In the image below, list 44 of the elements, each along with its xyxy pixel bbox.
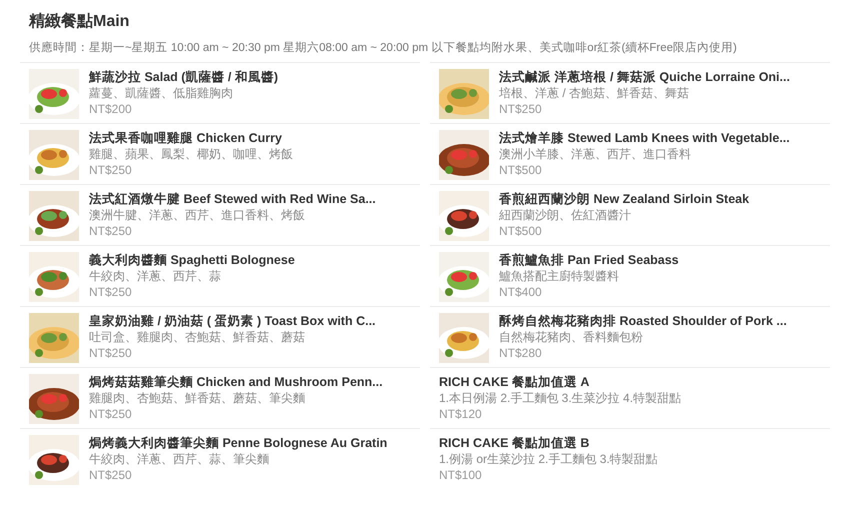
dish-description: 鱸魚搭配主廚特製醬料 [499,268,620,284]
dish-name: 焗烤菇菇雞筆尖麵 Chicken and Mushroom Penn... [89,374,383,390]
dish-description: 吐司盒、雞腿肉、杏鮑菇、鮮香菇、蘑菇 [89,329,306,345]
dish-description: 雞腿、蘋果、鳳梨、椰奶、咖哩、烤飯 [89,146,293,162]
dish-name: 法式紅酒燉牛腱 Beef Stewed with Red Wine Sa... [89,191,376,207]
dish-name: 法式果香咖哩雞腿 Chicken Curry [89,130,283,146]
dish-name: 香煎紐西蘭沙朗 New Zealand Sirloin Steak [499,191,750,207]
dish-name: 酥烤自然梅花豬肉排 Roasted Shoulder of Pork ... [499,313,787,329]
dish-name: 法式鹹派 洋蔥培根 / 舞菇派 Quiche Lorraine Oni... [499,69,790,85]
dish-price: NT$280 [499,345,542,361]
dish-description: 澳洲小羊膝、洋蔥、西芹、進口香料 [499,146,692,162]
dish-price: NT$500 [499,162,542,178]
dish-name: 香煎鱸魚排 Pan Fried Seabass [499,252,679,268]
service-hours-text: 供應時間：星期一~星期五 10:00 am ~ 20:30 pm 星期六08:00 am ~ 20:00 pm 以下餐點均附水果、美式咖啡or紅茶(續杯Free限店內使用) [29,40,738,56]
dish-name: RICH CAKE 餐點加值選 B [439,435,590,451]
dish-price: NT$250 [89,406,132,422]
dish-description: 培根、洋蔥 / 杏鮑菇、鮮香菇、舞菇 [499,85,690,101]
dish-name: 焗烤義大利肉醬筆尖麵 Penne Bolognese Au Gratin [89,435,388,451]
dish-price: NT$250 [89,345,132,361]
dish-price: NT$400 [499,284,542,300]
dish-name: 義大利肉醬麵 Spaghetti Bolognese [89,252,295,268]
dish-price: NT$250 [89,162,132,178]
dish-description: 1.本日例湯 2.手工麵包 3.生菜沙拉 4.特製甜點 [439,390,682,406]
dish-name: 法式燴羊膝 Stewed Lamb Knees with Vegetable... [499,130,790,146]
dish-description: 牛絞肉、洋蔥、西芹、蒜 [89,268,222,284]
dish-description: 牛絞肉、洋蔥、西芹、蒜、筆尖麵 [89,451,270,467]
dish-name: 鮮蔬沙拉 Salad (凱薩醬 / 和風醬) [89,69,278,85]
page-title: 精緻餐點Main [29,12,130,32]
dish-description: 自然梅花豬肉、香料麵包粉 [499,329,644,345]
dish-description: 蘿蔓、凱薩醬、低脂雞胸肉 [89,85,234,101]
dish-price: NT$250 [89,467,132,483]
dish-price: NT$250 [89,223,132,239]
dish-price: NT$500 [499,223,542,239]
dish-price: NT$200 [89,101,132,117]
dish-description: 1.例湯 or生菜沙拉 2.手工麵包 3.特製甜點 [439,451,658,467]
dish-description: 澳洲牛腱、洋蔥、西芹、進口香料、烤飯 [89,207,306,223]
dish-price: NT$250 [89,284,132,300]
dish-price: NT$120 [439,406,482,422]
dish-description: 紐西蘭沙朗、佐紅酒醬汁 [499,207,632,223]
dish-price: NT$250 [499,101,542,117]
dish-price: NT$100 [439,467,482,483]
dish-description: 雞腿肉、杏鮑菇、鮮香菇、蘑菇、筆尖麵 [89,390,306,406]
dish-name: 皇家奶油雞 / 奶油菇 ( 蛋奶素 ) Toast Box with C... [89,313,376,329]
dish-name: RICH CAKE 餐點加值選 A [439,374,590,390]
